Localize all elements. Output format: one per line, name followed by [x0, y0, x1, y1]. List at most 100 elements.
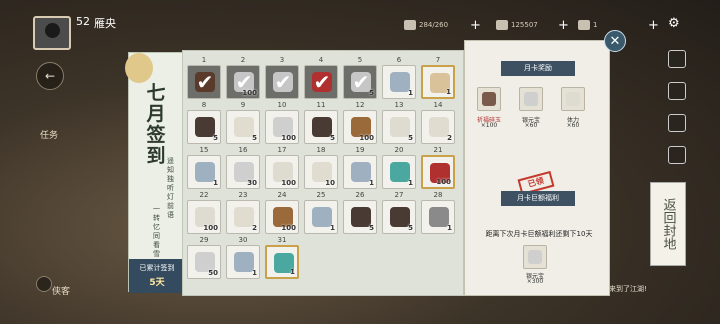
big-reward-qty: ×300	[526, 278, 544, 285]
big-reward-item[interactable]	[523, 245, 547, 269]
player-avatar[interactable]	[33, 16, 71, 50]
signin-day-12[interactable]: 12 100	[343, 101, 377, 144]
signin-day-14[interactable]: 14 2	[421, 101, 455, 144]
signin-day-7[interactable]: 71	[421, 56, 455, 99]
reward-slot: 1	[304, 200, 338, 234]
monthcard-notice: 距离下次月卡巨额福利还剩下10天	[485, 230, 593, 238]
signin-day-15[interactable]: 15 1	[187, 146, 221, 189]
right-menu-button-4[interactable]	[668, 146, 686, 164]
reward-qty: 2	[447, 134, 452, 142]
signin-panel: 七月签到 遥知独听灯前语 一转忆同看雪后山 已累计签到 5天 1✔2✔1003✔…	[120, 30, 630, 296]
reward-slot: 5	[382, 110, 416, 144]
signin-count-box: 已累计签到 5天	[129, 259, 185, 293]
signin-day-5[interactable]: 5 ✔ 5	[343, 56, 377, 99]
reward-slot: 5	[187, 110, 221, 144]
reward-qty: 2	[252, 224, 257, 232]
monthcard-reward-3[interactable]	[561, 87, 585, 111]
day-number: 17	[277, 146, 287, 154]
right-menu-button-3[interactable]	[668, 114, 686, 132]
signin-day-2[interactable]: 2 ✔ 100	[226, 56, 260, 99]
signin-day-24[interactable]: 24 100	[265, 191, 299, 234]
reward-slot: 2	[421, 110, 455, 144]
reward-slot: 5	[382, 200, 416, 234]
day-number: 16	[238, 146, 248, 154]
settings-gear-icon[interactable]: ⚙	[668, 16, 680, 31]
day-number: 10	[277, 101, 287, 109]
day-number: 15	[199, 146, 209, 154]
signin-day-28[interactable]: 28 1	[421, 191, 455, 234]
reward-qty: 100	[281, 224, 296, 232]
signin-day-17[interactable]: 17 100	[265, 146, 299, 189]
signin-day-25[interactable]: 25 1	[304, 191, 338, 234]
reward-qty: 100	[203, 224, 218, 232]
signin-day-18[interactable]: 18 10	[304, 146, 338, 189]
signin-day-3[interactable]: 3 ✔	[265, 56, 299, 99]
reward-item-icon	[390, 207, 410, 227]
reward-qty: 10	[325, 179, 335, 187]
close-button[interactable]: ✕	[604, 30, 626, 52]
signin-day-1[interactable]: 1 ✔	[187, 56, 221, 99]
day-number: 1	[201, 56, 207, 64]
day-number: 31	[277, 236, 287, 244]
signin-day-19[interactable]: 19 1	[343, 146, 377, 189]
day-number: 27	[394, 191, 404, 199]
reward-qty: 1	[330, 224, 335, 232]
right-menu-button-1[interactable]	[668, 50, 686, 68]
reward-item-icon	[390, 72, 410, 92]
player-name: 雁央	[94, 17, 116, 30]
signin-day-9[interactable]: 95	[226, 101, 260, 144]
reward-qty: 100	[281, 134, 296, 142]
signin-day-10[interactable]: 10 100	[265, 101, 299, 144]
monthcard-reward-icon	[524, 92, 538, 106]
reward-qty: 100	[281, 179, 296, 187]
reward-slot: 1	[343, 155, 377, 189]
signin-day-11[interactable]: 11 5	[304, 101, 338, 144]
monthcard-reward-1[interactable]	[477, 87, 501, 111]
reward-qty: 5	[369, 89, 374, 97]
signin-day-27[interactable]: 27 5	[382, 191, 416, 234]
return-fief-button[interactable]: 返回封地	[650, 182, 686, 266]
task-button[interactable]: 任务	[40, 128, 58, 141]
flower-decoration-icon	[125, 53, 153, 83]
monthcard-reward-2[interactable]	[519, 87, 543, 111]
hero-button[interactable]: 侠客	[52, 284, 70, 297]
signin-day-22[interactable]: 22 100	[187, 191, 221, 234]
signin-day-20[interactable]: 20 1	[382, 146, 416, 189]
back-arrow-button[interactable]: ←	[36, 62, 64, 90]
day-number: 19	[355, 146, 365, 154]
signin-day-13[interactable]: 13 5	[382, 101, 416, 144]
day-number: 11	[316, 101, 326, 109]
signin-day-6[interactable]: 61	[382, 56, 416, 99]
stamina-icon	[404, 20, 416, 30]
day-number: 12	[355, 101, 365, 109]
signin-day-30[interactable]: 30 1	[226, 236, 260, 279]
reward-item-icon	[234, 207, 254, 227]
day-number: 13	[394, 101, 404, 109]
reward-qty: 1	[446, 88, 451, 96]
reward-qty: 5	[408, 224, 413, 232]
reward-slot: 100	[265, 110, 299, 144]
signin-calendar-grid: 1 ✔ 2 ✔ 100 3 ✔ 4 ✔ 5 ✔ 5 6 1 7 1 8 5 9 5 10 100 11 5 12 100 13 5 14…	[182, 50, 464, 296]
signin-day-31[interactable]: 31 1	[265, 236, 299, 279]
signin-day-4[interactable]: 4 ✔	[304, 56, 338, 99]
game-screen: { "hud": { "level": "52", "player_name":…	[0, 0, 720, 324]
signin-count-label: 已累计签到	[139, 264, 175, 272]
reward-slot: ✔	[265, 65, 299, 99]
reward-item-icon	[351, 207, 371, 227]
signin-day-8[interactable]: 85	[187, 101, 221, 144]
signin-day-21[interactable]: 21 100	[421, 146, 455, 189]
reward-qty: 100	[436, 178, 451, 186]
day-number: 6	[396, 56, 402, 64]
reward-qty: 50	[208, 269, 218, 277]
signin-day-16[interactable]: 16 30	[226, 146, 260, 189]
monthcard-reward-icon	[566, 92, 580, 106]
right-menu-button-2[interactable]	[668, 82, 686, 100]
signin-day-23[interactable]: 23 2	[226, 191, 260, 234]
claimed-check-icon: ✔	[313, 70, 331, 94]
signin-day-29[interactable]: 29 50	[187, 236, 221, 279]
day-number: 29	[199, 236, 209, 244]
day-number: 26	[355, 191, 365, 199]
signin-day-26[interactable]: 26 5	[343, 191, 377, 234]
monthcard-reward-qty: ×60	[524, 122, 538, 129]
add-gem-button[interactable]: +	[648, 18, 659, 33]
